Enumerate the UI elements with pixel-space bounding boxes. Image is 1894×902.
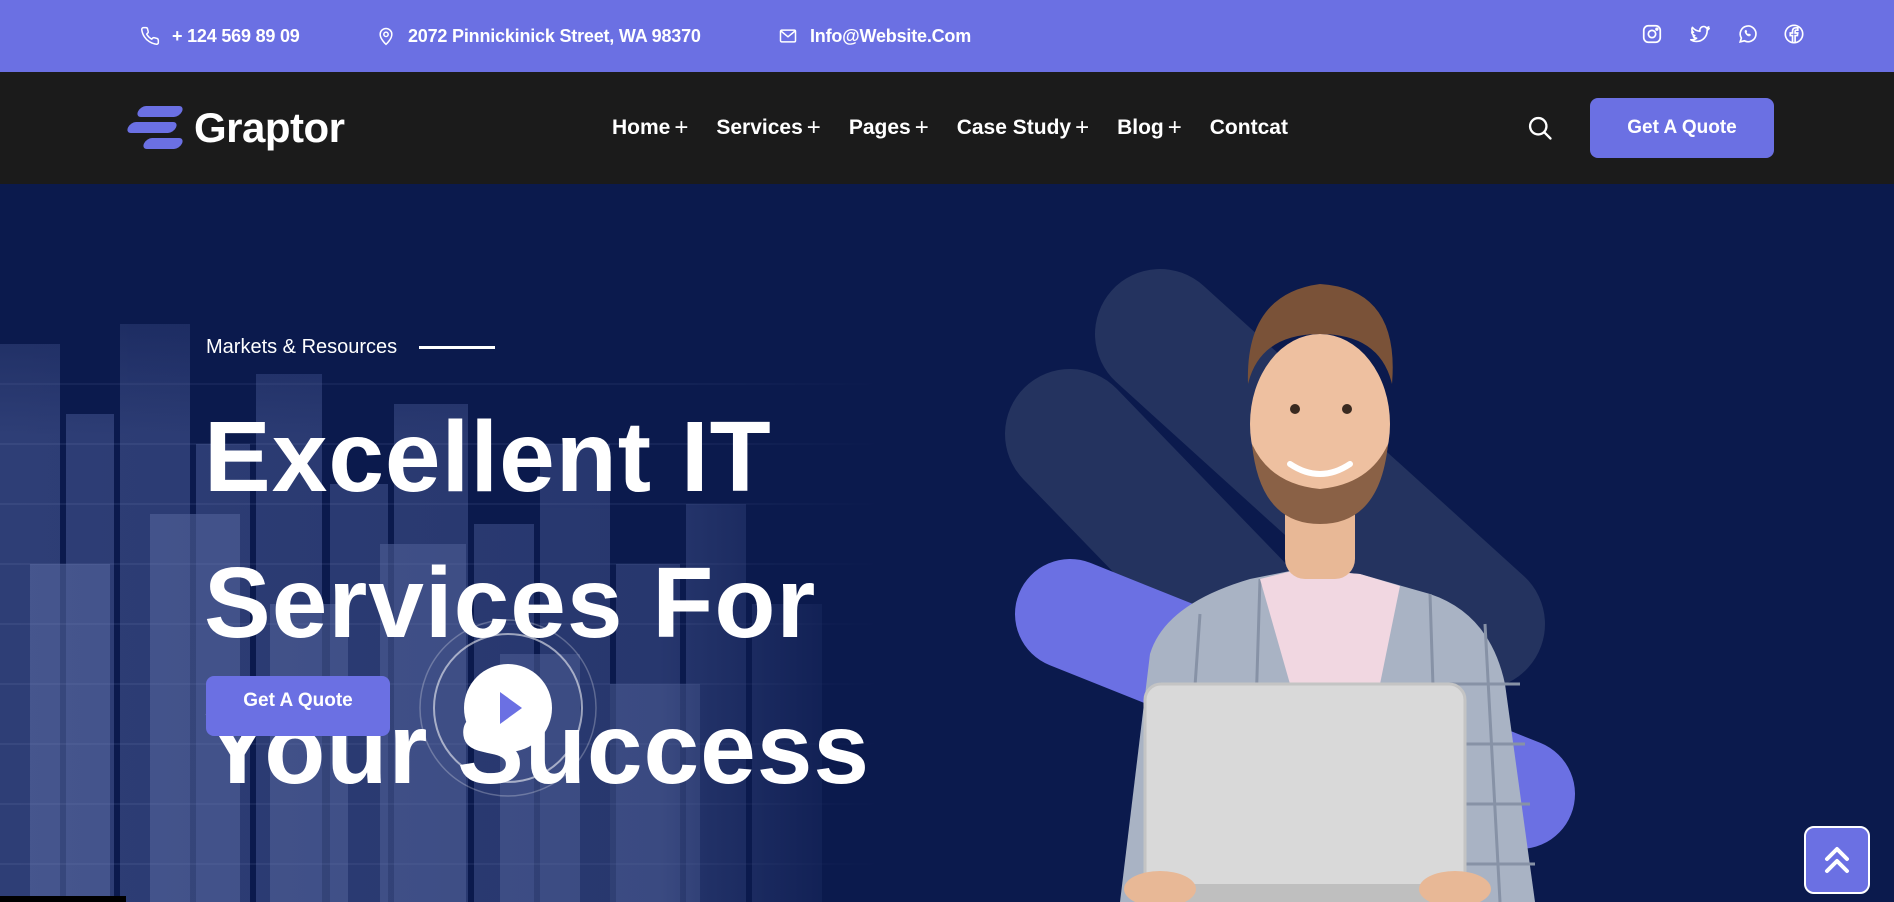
bottom-left-strip xyxy=(0,896,126,902)
twitter-icon[interactable] xyxy=(1688,22,1712,46)
hero-get-quote-button[interactable]: Get A Quote xyxy=(206,676,390,736)
plus-icon: + xyxy=(1167,114,1182,141)
hero-section: Markets & Resources Excellent IT Service… xyxy=(0,184,1894,902)
plus-icon: + xyxy=(1075,114,1090,141)
phone-icon xyxy=(141,26,160,45)
phone-number: + 124 569 89 09 xyxy=(172,25,300,46)
nav-item-label: Services xyxy=(716,116,803,139)
plus-icon: + xyxy=(806,114,821,141)
address-text: 2072 Pinnickinick Street, WA 98370 xyxy=(408,25,701,46)
search-icon[interactable] xyxy=(1526,114,1554,142)
video-play-button[interactable] xyxy=(418,618,602,802)
plus-icon: + xyxy=(674,114,689,141)
facebook-icon[interactable] xyxy=(1782,22,1806,46)
nav-item-label: Blog xyxy=(1117,116,1164,139)
site-logo[interactable]: Graptor xyxy=(124,100,345,156)
plus-icon: + xyxy=(914,114,929,141)
scroll-to-top-button[interactable] xyxy=(1804,826,1870,894)
logo-mark-icon xyxy=(124,102,185,154)
location-pin-icon xyxy=(379,27,393,46)
laptop xyxy=(1143,682,1467,896)
email-contact[interactable]: Info@Website.Com xyxy=(778,0,971,72)
nav-item-contact[interactable]: Contcat xyxy=(1210,116,1288,140)
mail-icon xyxy=(779,29,797,43)
nav-item-services[interactable]: Services + xyxy=(716,116,820,140)
whatsapp-icon[interactable] xyxy=(1736,22,1760,46)
logo-text: Graptor xyxy=(194,104,345,151)
nav-item-label: Contcat xyxy=(1209,116,1288,139)
eyebrow-text: Markets & Resources xyxy=(206,336,398,358)
double-chevron-up-icon xyxy=(1825,847,1849,873)
phone-contact[interactable]: + 124 569 89 09 xyxy=(140,0,300,72)
nav-item-blog[interactable]: Blog + xyxy=(1117,116,1182,140)
top-info-bar: + 124 569 89 09 2072 Pinnickinick Street… xyxy=(0,0,1894,72)
eyebrow-divider xyxy=(419,346,496,349)
headline-line: Excellent IT xyxy=(204,401,772,513)
nav-item-case-study[interactable]: Case Study + xyxy=(957,116,1089,140)
nav-item-pages[interactable]: Pages + xyxy=(849,116,929,140)
email-address: Info@Website.Com xyxy=(810,25,972,46)
instagram-icon[interactable] xyxy=(1640,22,1664,46)
address-contact: 2072 Pinnickinick Street, WA 98370 xyxy=(376,0,701,72)
hero-eyebrow: Markets & Resources xyxy=(206,336,496,359)
nav-item-label: Pages xyxy=(848,116,911,139)
nav-item-home[interactable]: Home + xyxy=(612,116,688,140)
primary-menu: Home + Services + Pages + Case Study + B… xyxy=(612,72,1288,184)
hero-illustration xyxy=(1005,269,1575,902)
nav-item-label: Case Study xyxy=(956,116,1072,139)
nav-item-label: Home xyxy=(612,116,671,139)
get-quote-button[interactable]: Get A Quote xyxy=(1590,98,1774,158)
